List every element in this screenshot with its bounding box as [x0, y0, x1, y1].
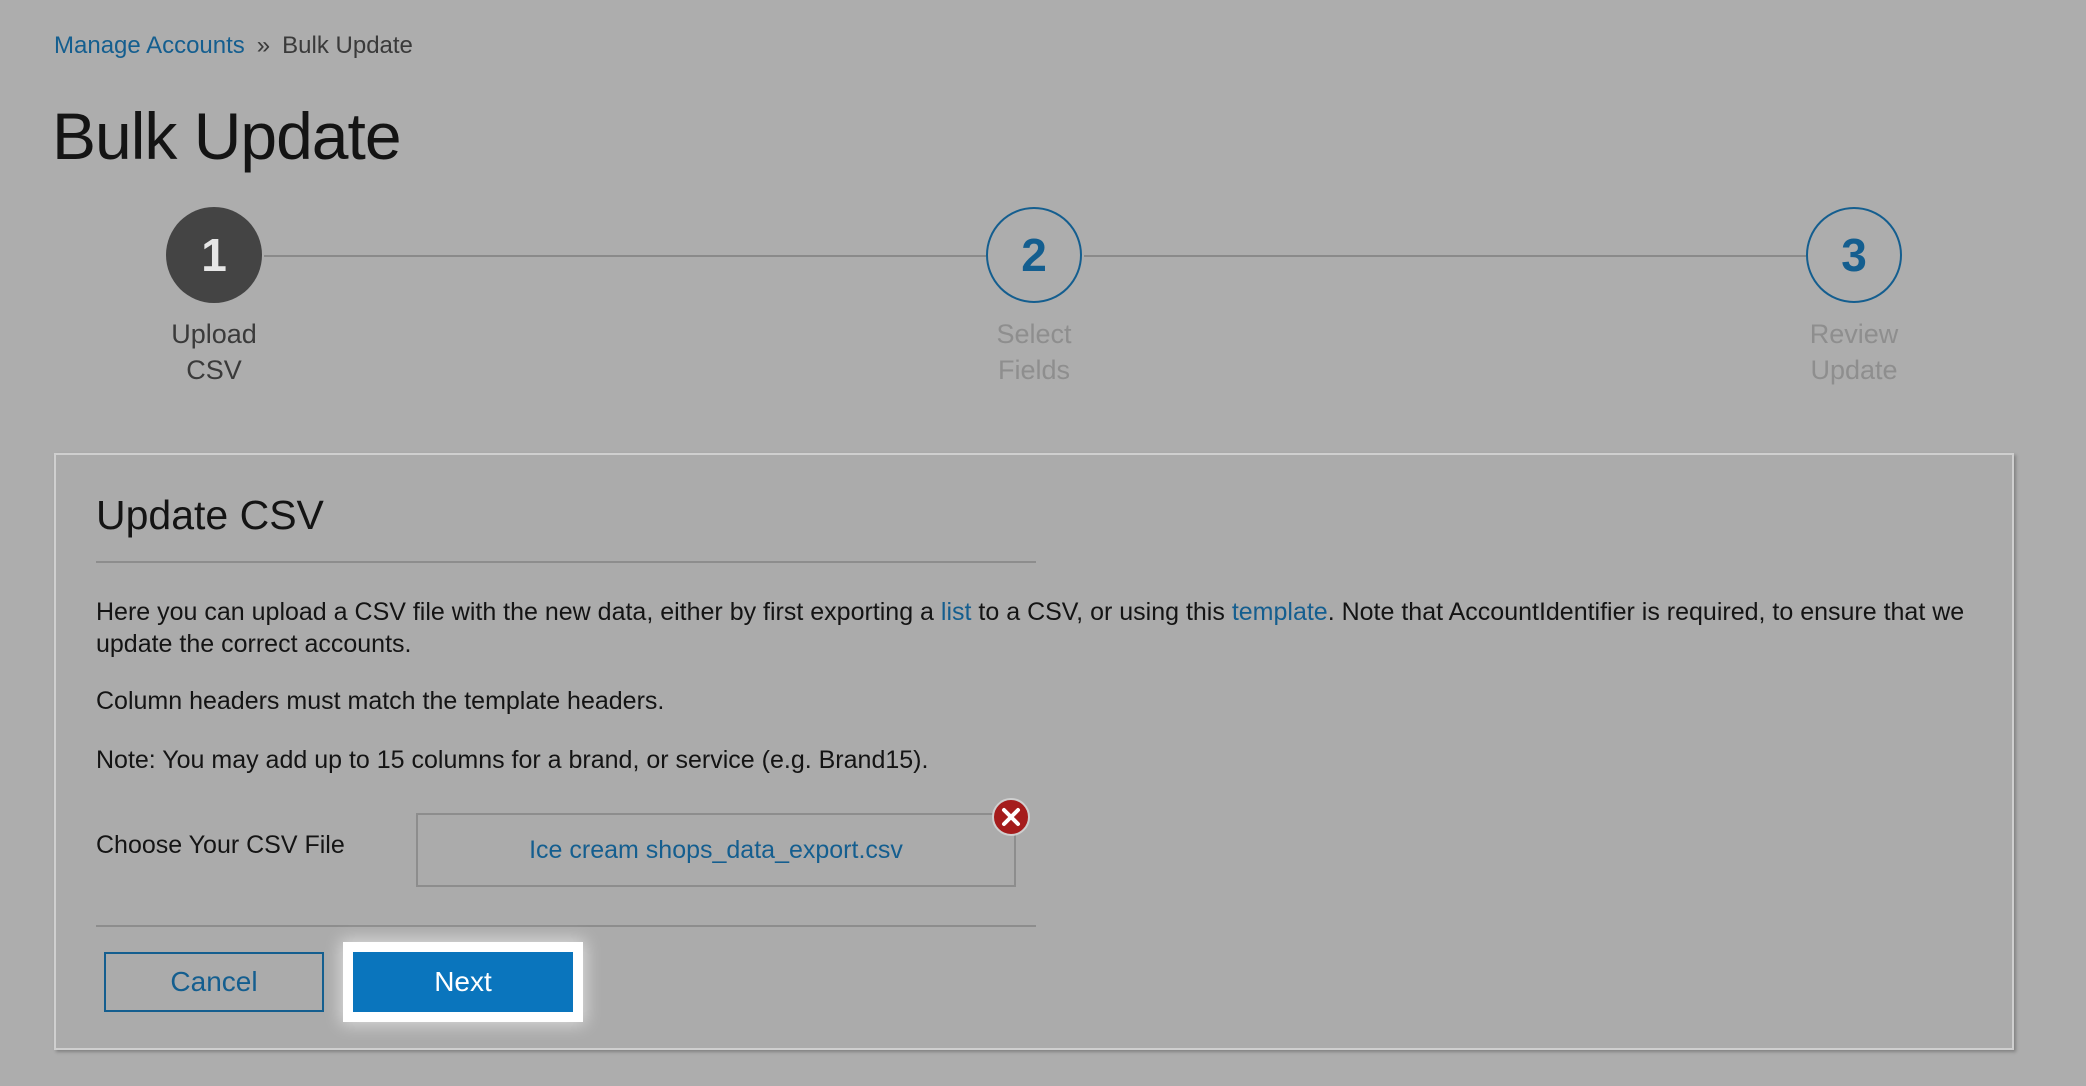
step-1-label: Upload CSV — [114, 316, 314, 388]
column-headers-note: Column headers must match the template h… — [96, 687, 665, 715]
csv-file-chooser[interactable]: Ice cream shops_data_export.csv — [416, 813, 1016, 887]
step-3-label-line1: Review — [1809, 319, 1899, 349]
selected-file-name: Ice cream shops_data_export.csv — [529, 835, 903, 864]
step-2-label-line1: Select — [996, 319, 1072, 349]
step-3-label: Review Update — [1754, 316, 1954, 388]
step-connector-2-3 — [1084, 255, 1806, 257]
step-1-circle: 1 — [166, 207, 262, 303]
file-chooser-label: Choose Your CSV File — [96, 831, 345, 859]
columns-limit-note: Note: You may add up to 15 columns for a… — [96, 746, 929, 774]
description-paragraph: Here you can upload a CSV file with the … — [96, 596, 1976, 660]
cancel-button[interactable]: Cancel — [104, 952, 324, 1012]
close-circle-icon[interactable] — [991, 797, 1031, 837]
step-2-label: Select Fields — [934, 316, 1134, 388]
next-button[interactable]: Next — [353, 952, 573, 1012]
description-text-2: to a CSV, or using this — [971, 598, 1232, 626]
step-2-label-line2: Fields — [997, 355, 1071, 385]
list-link[interactable]: list — [941, 598, 972, 626]
step-3-circle: 3 — [1806, 207, 1902, 303]
step-connector-1-2 — [264, 255, 986, 257]
update-csv-card: Update CSV Here you can upload a CSV fil… — [54, 453, 2014, 1050]
step-3-label-line2: Update — [1810, 355, 1898, 385]
stepper: 1 Upload CSV 2 Select Fields 3 Review Up… — [0, 0, 2086, 400]
buttons-divider — [96, 925, 1036, 927]
card-title: Update CSV — [96, 492, 324, 538]
step-1-label-line1: Upload — [171, 319, 257, 349]
step-1-label-line2: CSV — [186, 355, 242, 385]
title-divider — [96, 561, 1036, 563]
step-2-circle: 2 — [986, 207, 1082, 303]
template-link[interactable]: template — [1232, 598, 1328, 626]
description-text-1: Here you can upload a CSV file with the … — [96, 598, 941, 626]
